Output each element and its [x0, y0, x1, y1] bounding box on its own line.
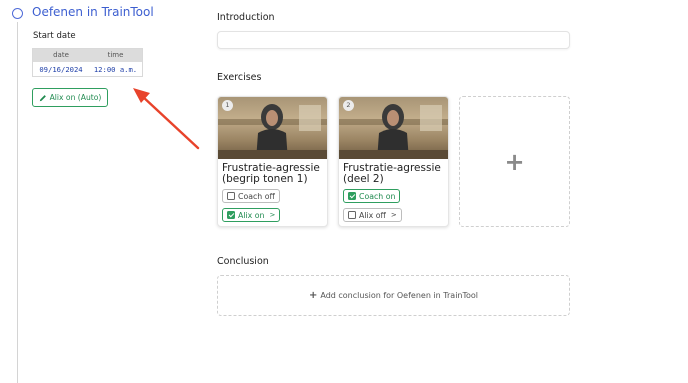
checkbox-checked-icon [348, 192, 356, 200]
chevron-right-icon: > [269, 211, 276, 219]
alix-toggle-label: Alix on [238, 210, 265, 220]
exercise-card[interactable]: 2 Frustratie-agressie (deel 2) Coach on … [338, 96, 449, 227]
exercise-title: Frustratie-agressie (deel 2) [343, 163, 441, 185]
coach-toggle[interactable]: Coach off [222, 189, 280, 203]
alix-toggle-label: Alix off [359, 210, 386, 220]
coach-toggle-label: Coach on [359, 191, 396, 201]
pencil-icon [39, 94, 46, 101]
alix-toggle[interactable]: Alix off > [343, 208, 402, 222]
time-column-header: time [107, 51, 124, 59]
date-column-header: date [53, 51, 69, 59]
introduction-input[interactable] [217, 31, 570, 49]
add-conclusion-label: Add conclusion for Oefenen in TrainTool [320, 291, 479, 300]
exercise-number-badge: 1 [222, 100, 233, 111]
exercise-title: Frustratie-agressie (begrip tonen 1) [222, 163, 320, 185]
coach-toggle-label: Coach off [238, 191, 275, 201]
add-conclusion-button[interactable]: + Add conclusion for Oefenen in TrainToo… [217, 275, 570, 316]
exercise-number-badge: 2 [343, 100, 354, 111]
exercise-thumbnail[interactable]: 2 [339, 97, 448, 159]
exercise-card[interactable]: 1 Frustratie-agressie (begrip tonen 1) C… [217, 96, 328, 227]
add-exercise-button[interactable]: + [459, 96, 570, 227]
exercise-thumbnail[interactable]: 1 [218, 97, 327, 159]
conclusion-title: Conclusion [217, 256, 269, 267]
timeline-step-circle-icon [12, 8, 23, 19]
introduction-title: Introduction [217, 12, 275, 23]
coach-toggle[interactable]: Coach on [343, 189, 401, 203]
step-title[interactable]: Oefenen in TrainTool [32, 5, 154, 19]
start-date-values[interactable]: 09/16/2024 12:00 a.m. [33, 62, 142, 77]
alix-toggle[interactable]: Alix on > [222, 208, 281, 222]
timeline-line [17, 22, 18, 383]
start-date-picker[interactable]: date time 09/16/2024 12:00 a.m. [32, 48, 143, 77]
start-date-label: Start date [33, 31, 76, 41]
checkbox-icon [348, 211, 356, 219]
checkbox-checked-icon [227, 211, 235, 219]
start-date-header: date time [33, 49, 142, 62]
exercises-title: Exercises [217, 72, 262, 83]
plus-icon: + [504, 147, 525, 176]
alix-auto-label: Alix on (Auto) [49, 93, 102, 102]
chevron-right-icon: > [390, 211, 397, 219]
alix-auto-button[interactable]: Alix on (Auto) [32, 88, 108, 107]
plus-icon: + [308, 290, 318, 301]
time-input[interactable]: 12:00 a.m. [89, 62, 142, 77]
checkbox-icon [227, 192, 235, 200]
date-input[interactable]: 09/16/2024 [33, 62, 89, 77]
